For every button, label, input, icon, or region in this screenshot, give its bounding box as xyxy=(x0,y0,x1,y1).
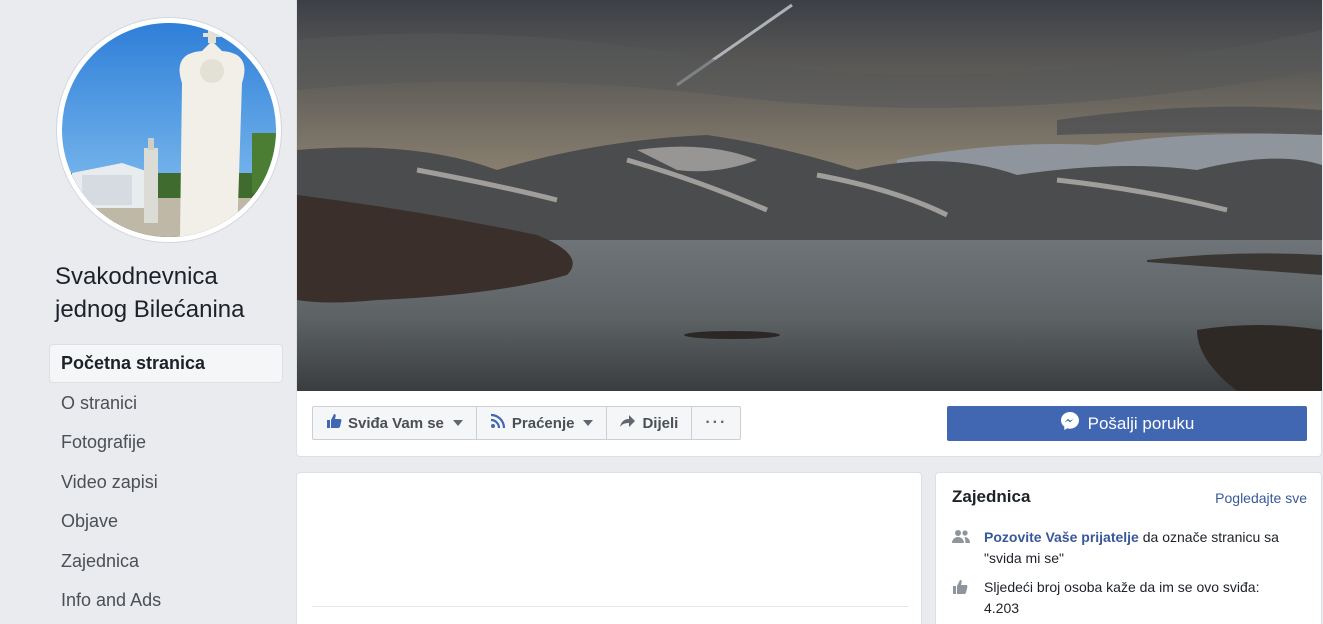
invite-friends-row: Pozovite Vaše prijatelje da označe stran… xyxy=(952,527,1312,569)
like-button[interactable]: Sviđa Vam se xyxy=(313,407,477,439)
page-navigation: Početna stranica O stranici Fotografije … xyxy=(50,345,282,622)
likes-count: 4.203 xyxy=(984,600,1020,616)
like-button-label: Sviđa Vam se xyxy=(348,414,444,432)
divider xyxy=(312,606,908,607)
chevron-down-icon xyxy=(583,420,594,426)
community-panel: Zajednica Pogledajte sve Pozovite Vaše p… xyxy=(935,472,1322,624)
more-options-button[interactable]: ··· xyxy=(692,407,740,439)
likes-description: Sljedeći broj osoba kaže da im se ovo sv… xyxy=(984,579,1260,595)
invite-text: Pozovite Vaše prijatelje da označe stran… xyxy=(984,527,1312,569)
post-composer-panel xyxy=(296,472,922,624)
cover-photo[interactable] xyxy=(297,0,1322,391)
nav-item-home[interactable]: Početna stranica xyxy=(50,345,282,382)
share-button-label: Dijeli xyxy=(642,414,679,432)
nav-item-videos[interactable]: Video zapisi xyxy=(50,464,282,501)
likes-text: Sljedeći broj osoba kaže da im se ovo sv… xyxy=(984,577,1259,619)
invite-friends-link[interactable]: Pozovite Vaše prijatelje xyxy=(984,529,1139,545)
follow-button-label: Praćenje xyxy=(511,414,575,432)
send-message-button[interactable]: Pošalji poruku xyxy=(947,406,1307,441)
nav-item-posts[interactable]: Objave xyxy=(50,503,282,540)
nav-item-about[interactable]: O stranici xyxy=(50,385,282,422)
facebook-page: Svakodnevnica jednog Bilećanina Početna … xyxy=(0,0,1323,624)
share-arrow-icon xyxy=(620,413,636,433)
share-button[interactable]: Dijeli xyxy=(607,407,693,439)
messenger-icon xyxy=(1060,411,1080,436)
profile-photo-image xyxy=(62,23,276,237)
nav-item-photos[interactable]: Fotografije xyxy=(50,424,282,461)
page-action-bar: Sviđa Vam se Praćenje Dijeli ··· xyxy=(312,406,742,440)
send-message-label: Pošalji poruku xyxy=(1087,413,1195,433)
community-title: Zajednica xyxy=(952,487,1031,506)
left-sidebar: Svakodnevnica jednog Bilećanina Početna … xyxy=(0,0,296,624)
thumbs-up-icon xyxy=(952,577,970,619)
follow-button[interactable]: Praćenje xyxy=(477,407,608,439)
profile-picture[interactable] xyxy=(57,18,281,242)
see-all-link[interactable]: Pogledajte sve xyxy=(1215,490,1307,506)
cover-photo-image xyxy=(297,0,1322,391)
cover-section: Sviđa Vam se Praćenje Dijeli ··· Pošalji… xyxy=(296,0,1322,457)
thumbs-up-icon xyxy=(326,413,342,433)
nav-item-info-and-ads[interactable]: Info and Ads xyxy=(50,582,282,619)
likes-count-row: Sljedeći broj osoba kaže da im se ovo sv… xyxy=(952,577,1312,619)
page-name[interactable]: Svakodnevnica jednog Bilećanina xyxy=(55,260,285,326)
nav-item-community[interactable]: Zajednica xyxy=(50,543,282,580)
rss-icon xyxy=(490,413,506,433)
chevron-down-icon xyxy=(452,420,463,426)
friends-icon xyxy=(952,527,970,569)
